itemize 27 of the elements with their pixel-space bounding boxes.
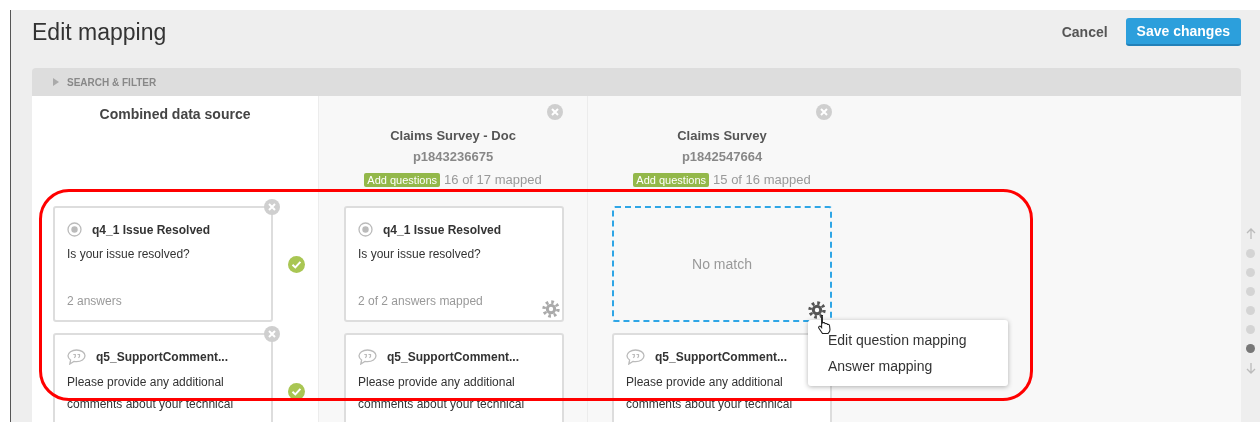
question-title: q5_SupportComment... — [96, 350, 228, 364]
question-text: Please provide any additional comments about your technical — [67, 374, 235, 413]
source-title: Claims Survey - Doc — [390, 128, 516, 143]
mapped-count: 16 of 17 mapped — [444, 172, 542, 187]
column-title: Combined data source — [99, 106, 251, 122]
answer-count: 2 of 2 answers mapped — [358, 294, 483, 308]
question-text: Is your issue resolved? — [358, 246, 482, 263]
question-text: Please provide any additional comments about your technical — [358, 374, 526, 413]
question-card[interactable]: q5_SupportComment... Please provide any additional comments about your technical — [53, 333, 273, 422]
source-id: p1843236675 — [412, 149, 494, 164]
answer-count: 2 answers — [67, 294, 122, 308]
question-text: Please provide any additional comments about your technical — [626, 374, 794, 413]
question-title: q5_SupportComment... — [387, 350, 519, 364]
search-filter-label: SEARCH & FILTER — [67, 76, 157, 88]
question-card[interactable]: q4_1 Issue Resolved Is your issue resolved? 2 answers — [53, 206, 273, 322]
question-title: q5_SupportComment... — [655, 350, 787, 364]
question-card[interactable]: q5_SupportComment... Please provide any additional comments about your technical — [344, 333, 564, 422]
question-text: Is your issue resolved? — [67, 246, 191, 263]
question-card[interactable]: q4_1 Issue Resolved Is your issue resolved? 2 of 2 answers mapped — [344, 206, 564, 322]
question-title: q4_1 Issue Resolved — [383, 222, 502, 237]
mapped-count: 15 of 16 mapped — [713, 172, 811, 187]
cancel-button[interactable]: Cancel — [1061, 24, 1108, 40]
source-title: Claims Survey — [677, 128, 767, 143]
no-match-label: No match — [692, 256, 752, 272]
question-title: q4_1 Issue Resolved — [92, 222, 211, 237]
source-id: p1842547664 — [681, 149, 763, 164]
page-title: Edit mapping — [32, 18, 168, 46]
